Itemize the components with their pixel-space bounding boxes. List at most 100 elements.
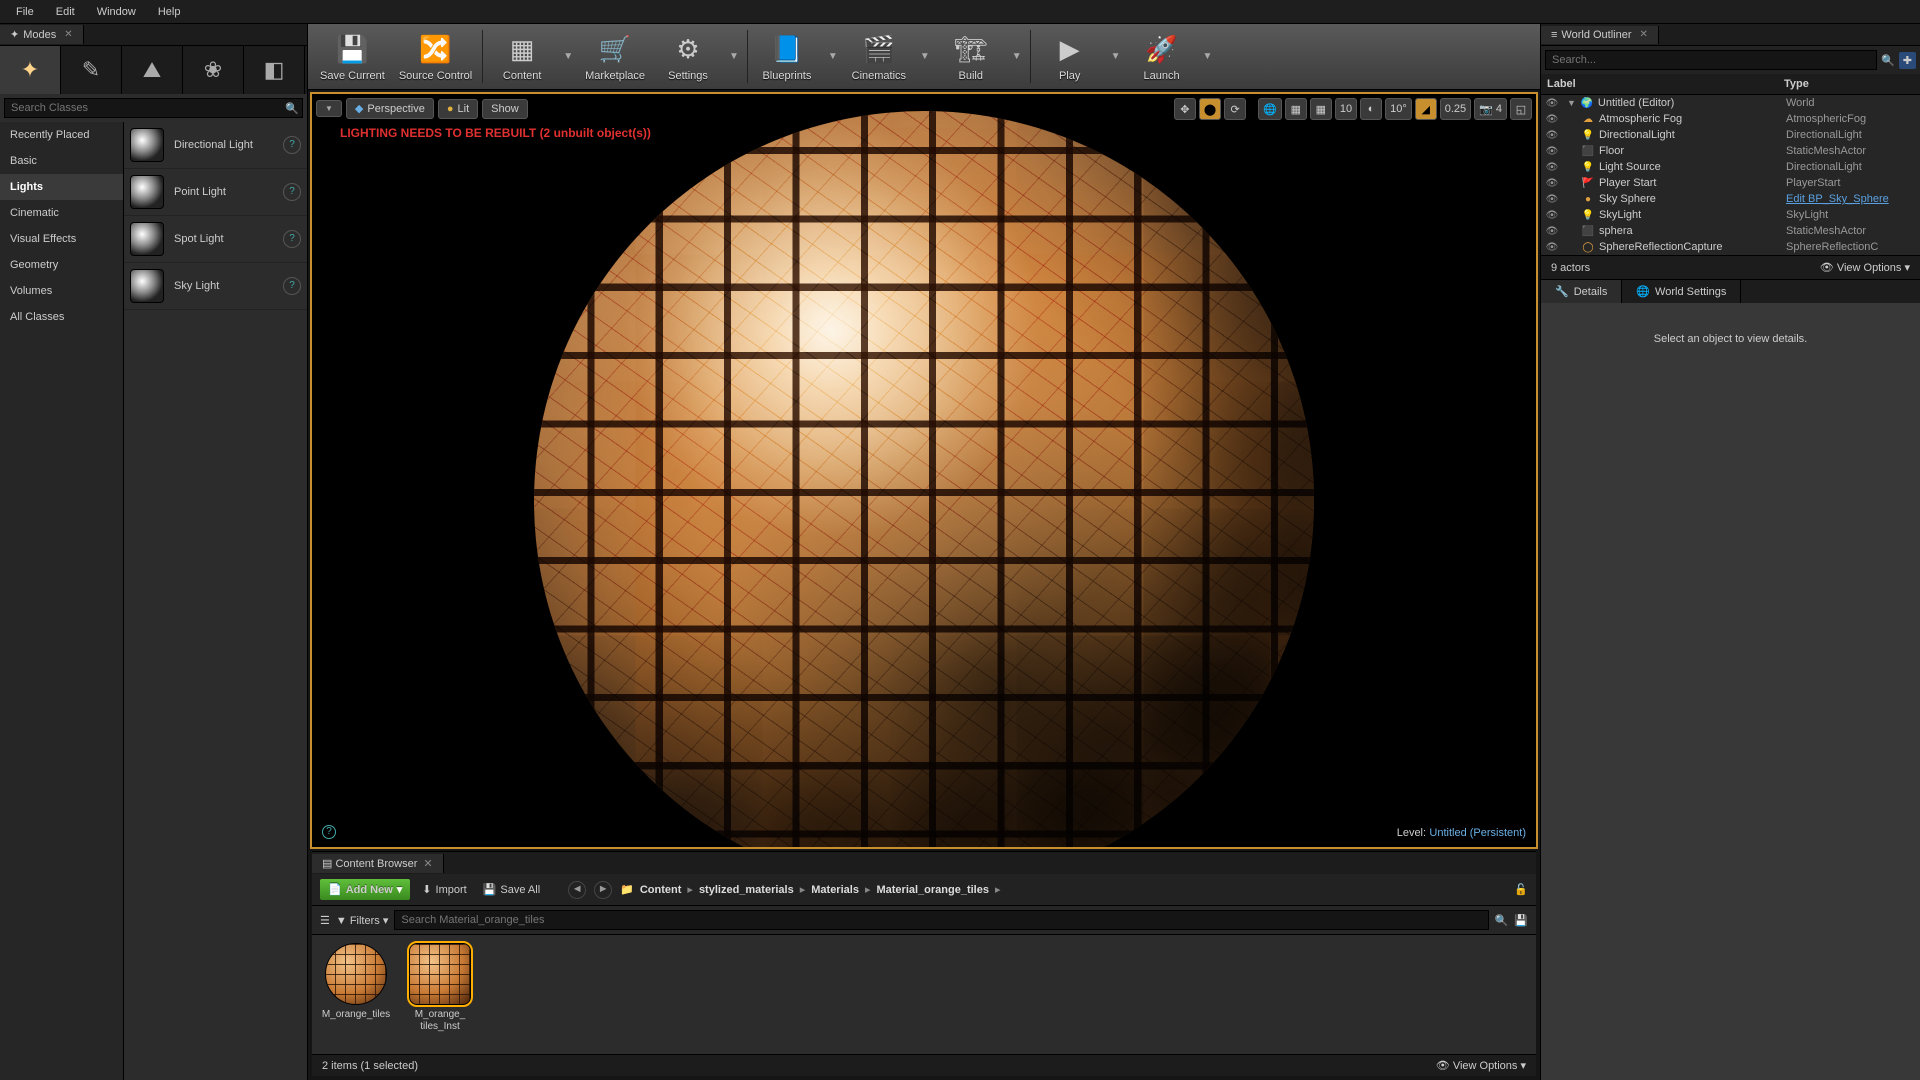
dropdown-icon[interactable]: ▼ — [1199, 24, 1217, 89]
category-item[interactable]: Volumes — [0, 278, 123, 304]
outliner-search-input[interactable] — [1545, 50, 1877, 70]
outliner-row[interactable]: 👁 ☁ Atmospheric Fog AtmosphericFog — [1541, 111, 1920, 127]
dropdown-icon[interactable]: ▼ — [1008, 24, 1026, 89]
help-icon[interactable]: ? — [283, 277, 301, 295]
modes-tab[interactable]: ✦ Modes ✕ — [0, 25, 84, 44]
folder-icon[interactable]: 📁 — [620, 883, 634, 896]
visibility-icon[interactable]: 👁 — [1545, 242, 1559, 253]
world-outliner-tab[interactable]: ≡World Outliner✕ — [1541, 26, 1659, 44]
outliner-row[interactable]: 👁 🚩 Player Start PlayerStart — [1541, 175, 1920, 191]
build-button[interactable]: 🏗Build — [936, 24, 1006, 89]
outliner-row[interactable]: 👁 ◯ SphereReflectionCapture SphereReflec… — [1541, 239, 1920, 255]
help-icon[interactable]: ? — [283, 230, 301, 248]
visibility-icon[interactable]: 👁 — [1545, 114, 1559, 125]
asset-item[interactable]: M_​orange_​tiles_​Inst — [404, 943, 476, 1033]
outliner-row[interactable]: 👁 💡 Light Source DirectionalLight — [1541, 159, 1920, 175]
asset-item[interactable]: M_​orange_​tiles — [320, 943, 392, 1021]
light-item[interactable]: Sky Light ? — [124, 263, 307, 310]
import-button[interactable]: ⬇ Import — [418, 880, 470, 899]
details-tab[interactable]: 🔧Details — [1541, 280, 1622, 303]
dropdown-icon[interactable]: ▼ — [1107, 24, 1125, 89]
perspective-button[interactable]: ◆Perspective — [346, 98, 434, 119]
breadcrumb-item[interactable]: Material_orange_tiles — [876, 884, 989, 896]
marketplace-button[interactable]: 🛒Marketplace — [579, 24, 651, 89]
transform-translate-button[interactable]: ⬤ — [1199, 98, 1221, 120]
content-button[interactable]: ▦Content — [487, 24, 557, 89]
search-classes[interactable]: 🔍 — [4, 98, 303, 118]
visibility-icon[interactable]: 👁 — [1545, 210, 1559, 221]
light-item[interactable]: Spot Light ? — [124, 216, 307, 263]
category-item[interactable]: Recently Placed — [0, 122, 123, 148]
angle-snap-button[interactable]: ◐ — [1360, 98, 1382, 120]
scale-snap-value[interactable]: 0.25 — [1440, 98, 1471, 120]
viewport[interactable]: ▼ ◆Perspective ●Lit Show LIGHTING NEEDS … — [310, 92, 1538, 849]
help-icon[interactable]: ? — [283, 136, 301, 154]
content-browser-tab[interactable]: ▤ Content Browser✕ — [312, 854, 444, 873]
add-new-button[interactable]: 📄 Add New ▾ — [320, 879, 410, 900]
breadcrumb-item[interactable]: Content — [640, 884, 682, 896]
transform-rotate-button[interactable]: ⟳ — [1224, 98, 1246, 120]
menu-file[interactable]: File — [6, 3, 44, 21]
visibility-icon[interactable]: 👁 — [1545, 226, 1559, 237]
settings-button[interactable]: ⚙Settings — [653, 24, 723, 89]
save-search-icon[interactable]: 💾 — [1514, 914, 1528, 927]
outliner-row[interactable]: 👁 ● Sky Sphere Edit BP_Sky_Sphere — [1541, 191, 1920, 207]
view-options-button[interactable]: 👁 View Options ▾ — [1436, 1059, 1526, 1072]
category-item[interactable]: Cinematic — [0, 200, 123, 226]
coord-space-button[interactable]: 🌐 — [1258, 98, 1282, 120]
category-item[interactable]: All Classes — [0, 304, 123, 330]
outliner-row[interactable]: 👁 ⬛ sphera StaticMeshActor — [1541, 223, 1920, 239]
view-options-button[interactable]: 👁 View Options ▾ — [1820, 261, 1910, 274]
surface-snap-button[interactable]: ▦ — [1285, 98, 1307, 120]
mode-geometry-icon[interactable]: ◧ — [244, 46, 305, 94]
category-item[interactable]: Lights — [0, 174, 123, 200]
col-type[interactable]: Type — [1784, 78, 1914, 90]
dropdown-icon[interactable]: ▼ — [559, 24, 577, 89]
help-icon[interactable]: ? — [283, 183, 301, 201]
light-item[interactable]: Point Light ? — [124, 169, 307, 216]
mode-place-icon[interactable]: ✦ — [0, 46, 61, 94]
world-settings-tab[interactable]: 🌐World Settings — [1622, 280, 1741, 303]
grid-snap-value[interactable]: 10 — [1335, 98, 1357, 120]
grid-snap-button[interactable]: ▦ — [1310, 98, 1332, 120]
menu-window[interactable]: Window — [87, 3, 146, 21]
mode-paint-icon[interactable]: ✎ — [61, 46, 122, 94]
filters-button[interactable]: ▼ Filters ▾ — [336, 914, 388, 927]
visibility-icon[interactable]: 👁 — [1545, 162, 1559, 173]
outliner-filter-icon[interactable]: ✚ — [1899, 52, 1916, 69]
lit-button[interactable]: ●Lit — [438, 99, 478, 119]
menu-help[interactable]: Help — [148, 3, 191, 21]
nav-back-button[interactable]: ◄ — [568, 881, 586, 899]
light-item[interactable]: Directional Light ? — [124, 122, 307, 169]
dropdown-icon[interactable]: ▼ — [916, 24, 934, 89]
visibility-icon[interactable]: 👁 — [1545, 194, 1559, 205]
visibility-icon[interactable]: 👁 — [1545, 130, 1559, 141]
source-control-button[interactable]: 🔀Source Control — [393, 24, 478, 89]
category-item[interactable]: Geometry — [0, 252, 123, 278]
breadcrumb-item[interactable]: stylized_materials — [699, 884, 794, 896]
content-search-input[interactable] — [394, 910, 1488, 930]
scale-snap-button[interactable]: ◢ — [1415, 98, 1437, 120]
mode-foliage-icon[interactable]: ❀ — [183, 46, 244, 94]
angle-snap-value[interactable]: 10° — [1385, 98, 1412, 120]
viewport-menu-button[interactable]: ▼ — [316, 100, 342, 117]
transform-select-button[interactable]: ✥ — [1174, 98, 1196, 120]
launch-button[interactable]: 🚀Launch — [1127, 24, 1197, 89]
menu-edit[interactable]: Edit — [46, 3, 85, 21]
col-label[interactable]: Label — [1547, 78, 1784, 90]
category-item[interactable]: Basic — [0, 148, 123, 174]
dropdown-icon[interactable]: ▼ — [824, 24, 842, 89]
nav-fwd-button[interactable]: ► — [594, 881, 612, 899]
visibility-icon[interactable]: 👁 — [1545, 98, 1559, 109]
blueprints-button[interactable]: 📘Blueprints — [752, 24, 822, 89]
cinematics-button[interactable]: 🎬Cinematics — [844, 24, 914, 89]
show-button[interactable]: Show — [482, 99, 528, 119]
visibility-icon[interactable]: 👁 — [1545, 146, 1559, 157]
outliner-row[interactable]: 👁 ⬛ Floor StaticMeshActor — [1541, 143, 1920, 159]
sources-toggle-icon[interactable]: ☰ — [320, 914, 330, 927]
play-button[interactable]: ▶Play — [1035, 24, 1105, 89]
expand-icon[interactable]: ▼ — [1567, 98, 1576, 108]
outliner-row[interactable]: 👁 💡 SkyLight SkyLight — [1541, 207, 1920, 223]
camera-speed-button[interactable]: 📷 4 — [1474, 98, 1507, 120]
save-current-button[interactable]: 💾Save Current — [314, 24, 391, 89]
